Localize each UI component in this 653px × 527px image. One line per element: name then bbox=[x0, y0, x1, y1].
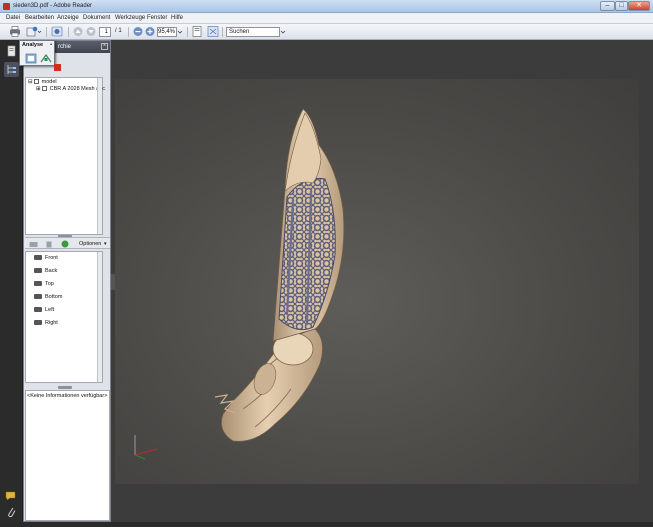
page-number-input[interactable]: 1 bbox=[99, 27, 111, 37]
visibility-checkbox[interactable] bbox=[42, 86, 48, 92]
camera-add-icon[interactable] bbox=[29, 240, 38, 248]
views-list: Front Back Top Bottom Left Right bbox=[25, 251, 103, 383]
toolbar-separator bbox=[46, 27, 47, 37]
zoom-dropdown-icon[interactable] bbox=[177, 26, 183, 37]
camera-icon bbox=[34, 307, 42, 313]
views-toolbar: Optionen ▾ bbox=[25, 237, 110, 249]
menu-view[interactable]: Anzeige bbox=[57, 15, 79, 21]
window-title: sieden3D.pdf - Adobe Reader bbox=[13, 3, 93, 9]
red-marker bbox=[54, 64, 61, 71]
toolbar-separator bbox=[68, 27, 69, 37]
view-item[interactable]: Right bbox=[34, 320, 58, 326]
tree-scrollbar[interactable] bbox=[97, 78, 102, 234]
close-button[interactable]: ✕ bbox=[628, 1, 650, 11]
axis-triad bbox=[134, 435, 158, 460]
pane-splitter[interactable] bbox=[58, 386, 72, 389]
attachment-icon[interactable] bbox=[4, 505, 19, 520]
next-page-icon[interactable] bbox=[85, 26, 97, 37]
zoom-out-icon[interactable] bbox=[132, 26, 144, 37]
toolbar: 1 / 1 95,4% Suchen bbox=[0, 24, 653, 40]
search-dropdown-icon[interactable] bbox=[280, 26, 286, 37]
model-tree-panel: rchie × ⊟ model ⊞ CBR A 2028 Mesh anc Op… bbox=[23, 40, 111, 522]
camera-icon bbox=[34, 268, 42, 274]
expand-icon[interactable]: ⊞ bbox=[36, 86, 41, 92]
options-chevron-icon[interactable]: ▾ bbox=[104, 241, 107, 247]
tree-item-model[interactable]: ⊟ model bbox=[28, 79, 57, 85]
page-total-label: / 1 bbox=[115, 28, 122, 34]
analysis-label: Analyse bbox=[22, 42, 44, 48]
model-tree: ⊟ model ⊞ CBR A 2028 Mesh anc bbox=[25, 77, 105, 235]
comment-icon[interactable] bbox=[4, 488, 19, 503]
view-item[interactable]: Top bbox=[34, 281, 54, 287]
info-text: <Keine Informationen verfügbar> bbox=[27, 393, 108, 399]
camera-icon bbox=[34, 281, 42, 287]
collapse-icon[interactable]: ⊟ bbox=[28, 79, 33, 85]
menu-window[interactable]: Fenster bbox=[147, 15, 167, 21]
menu-tools[interactable]: Werkzeuge bbox=[115, 15, 145, 21]
collaborate-icon[interactable] bbox=[51, 26, 63, 37]
adobe-reader-icon[interactable] bbox=[3, 3, 10, 10]
popup-bullet: • bbox=[50, 42, 52, 48]
view-item[interactable]: Bottom bbox=[34, 294, 62, 300]
status-bar bbox=[0, 522, 653, 527]
analysis-tool-icon[interactable] bbox=[25, 53, 37, 64]
pages-icon[interactable] bbox=[4, 44, 19, 59]
tree-item-mesh[interactable]: ⊞ CBR A 2028 Mesh anc bbox=[36, 86, 105, 92]
panel-title: rchie bbox=[58, 44, 72, 50]
menu-edit[interactable]: Bearbeiten bbox=[25, 15, 54, 21]
camera-icon bbox=[34, 320, 42, 326]
delete-view-icon[interactable] bbox=[45, 240, 53, 248]
search-input[interactable]: Suchen bbox=[226, 27, 280, 37]
print-icon[interactable] bbox=[9, 26, 21, 37]
3d-model[interactable] bbox=[115, 79, 639, 484]
camera-icon bbox=[34, 255, 42, 261]
view-item[interactable]: Left bbox=[34, 307, 54, 313]
object-info-pane: <Keine Informationen verfügbar> bbox=[25, 390, 110, 521]
toolbar-separator bbox=[187, 27, 188, 37]
menu-help[interactable]: Hilfe bbox=[171, 15, 183, 21]
panel-close-button[interactable]: × bbox=[101, 43, 108, 50]
menu-document[interactable]: Dokument bbox=[83, 15, 110, 21]
zoom-input[interactable]: 95,4% bbox=[157, 27, 177, 37]
fit-page-icon[interactable] bbox=[191, 26, 203, 37]
title-bar: sieden3D.pdf - Adobe Reader – □ ✕ bbox=[0, 0, 653, 13]
previous-page-icon[interactable] bbox=[72, 26, 84, 37]
view-item[interactable]: Back bbox=[34, 268, 57, 274]
model-tree-icon[interactable] bbox=[4, 62, 19, 77]
zoom-in-icon[interactable] bbox=[144, 26, 156, 37]
camera-icon bbox=[34, 294, 42, 300]
minimize-button[interactable]: – bbox=[600, 1, 615, 11]
toolbar-separator bbox=[222, 27, 223, 37]
3d-viewport[interactable] bbox=[115, 79, 639, 484]
measure-tool-icon[interactable] bbox=[40, 53, 52, 64]
navigation-pane bbox=[0, 40, 23, 527]
menu-bar: Datei Bearbeiten Anzeige Dokument Werkze… bbox=[0, 13, 653, 24]
analysis-popup: Analyse • bbox=[19, 40, 55, 66]
view-item[interactable]: Front bbox=[34, 255, 58, 261]
full-screen-icon[interactable] bbox=[207, 26, 219, 37]
visibility-checkbox[interactable] bbox=[34, 79, 40, 85]
dropdown-chevron-icon[interactable] bbox=[37, 26, 42, 37]
menu-file[interactable]: Datei bbox=[6, 15, 20, 21]
maximize-button[interactable]: □ bbox=[615, 1, 628, 11]
views-scrollbar[interactable] bbox=[97, 252, 102, 382]
toolbar-separator bbox=[128, 27, 129, 37]
add-view-icon[interactable] bbox=[61, 240, 69, 248]
options-menu[interactable]: Optionen bbox=[79, 241, 101, 247]
